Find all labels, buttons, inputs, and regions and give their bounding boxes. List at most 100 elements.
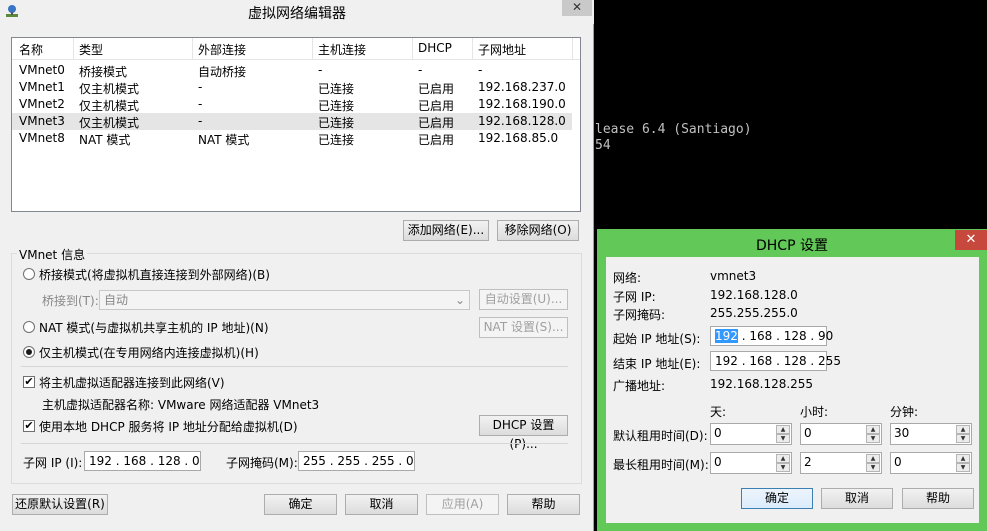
table-row[interactable]: VMnet8 NAT 模式 NAT 模式 已连接 已启用 192.168.85.…	[12, 130, 572, 147]
host-only-mode-radio[interactable]	[23, 346, 35, 358]
subnet-mask-field[interactable]: 255 . 255 . 255 . 0	[298, 451, 415, 471]
table-row[interactable]: VMnet1 仅主机模式 - 已连接 已启用 192.168.237.0	[12, 79, 572, 96]
add-network-button[interactable]: 添加网络(E)...	[403, 220, 489, 241]
use-dhcp-label[interactable]: 使用本地 DHCP 服务将 IP 地址分配给虚拟机(D)	[39, 418, 298, 435]
cell-external: -	[198, 97, 203, 111]
network-label: 网络:	[613, 271, 642, 285]
spin-down-icon[interactable]: ▼	[956, 434, 970, 443]
bridge-to-value: 自动	[104, 293, 129, 307]
cell-dhcp: -	[418, 63, 423, 77]
cell-type: 仅主机模式	[79, 99, 140, 113]
close-button[interactable]: ✕	[562, 0, 592, 16]
column-name[interactable]: 名称	[19, 41, 43, 58]
cell-external: NAT 模式	[198, 133, 250, 147]
max-minutes-spinner[interactable]: 0 ▲ ▼	[890, 452, 972, 474]
connect-adapter-checkbox[interactable]: ✔	[23, 376, 35, 388]
subnet-mask-label: 子网掩码:	[613, 308, 666, 322]
max-hours-spinner[interactable]: 2 ▲ ▼	[800, 452, 882, 474]
table-row[interactable]: VMnet2 仅主机模式 - 已连接 已启用 192.168.190.0	[12, 96, 572, 113]
start-ip-selected-octet: 192	[715, 329, 738, 343]
column-host[interactable]: 主机连接	[318, 41, 366, 58]
spin-down-icon[interactable]: ▼	[956, 463, 970, 472]
apply-button[interactable]: 应用(A)	[426, 494, 499, 515]
max-days-spinner[interactable]: 0 ▲ ▼	[710, 452, 792, 474]
vmnet-info-group	[11, 253, 582, 484]
nat-settings-button[interactable]: NAT 设置(S)...	[479, 317, 568, 338]
column-type[interactable]: 类型	[79, 41, 103, 58]
chevron-down-icon: ⌄	[454, 293, 465, 307]
nat-mode-label[interactable]: NAT 模式(与虚拟机共享主机的 IP 地址)(N)	[39, 319, 269, 336]
spin-up-icon[interactable]: ▲	[956, 425, 970, 434]
table-row-selected[interactable]: VMnet3 仅主机模式 - 已连接 已启用 192.168.128.0	[12, 113, 572, 130]
cell-subnet: 192.168.190.0	[478, 97, 566, 111]
dhcp-cancel-button[interactable]: 取消	[821, 488, 893, 509]
dhcp-ok-button[interactable]: 确定	[741, 488, 813, 509]
connect-adapter-label[interactable]: 将主机虚拟适配器连接到此网络(V)	[39, 374, 225, 391]
cell-type: 仅主机模式	[79, 116, 140, 130]
cancel-button[interactable]: 取消	[345, 494, 418, 515]
network-value: vmnet3	[710, 269, 757, 283]
nat-mode-radio[interactable]	[23, 321, 35, 333]
restore-defaults-button[interactable]: 还原默认设置(R)	[12, 494, 108, 515]
end-ip-field[interactable]: 192 . 168 . 128 . 255	[710, 351, 841, 371]
cell-name: VMnet0	[19, 63, 65, 77]
cell-host: 已连接	[318, 82, 355, 96]
spin-down-icon[interactable]: ▼	[866, 434, 880, 443]
subnet-ip-field[interactable]: 192 . 168 . 128 . 0	[84, 451, 201, 471]
cell-name: VMnet8	[19, 131, 65, 145]
default-hours-spinner[interactable]: 0 ▲ ▼	[800, 423, 882, 445]
dhcp-help-button[interactable]: 帮助	[902, 488, 974, 509]
start-ip-label: 起始 IP 地址(S):	[613, 332, 701, 346]
spin-up-icon[interactable]: ▲	[776, 454, 790, 463]
bridge-mode-label[interactable]: 桥接模式(将虚拟机直接连接到外部网络)(B)	[39, 266, 270, 283]
spinner-value: 2	[804, 455, 812, 469]
bridge-mode-radio[interactable]	[23, 268, 35, 280]
remove-network-button[interactable]: 移除网络(O)	[497, 220, 579, 241]
virtual-network-editor-window: 虚拟网络编辑器 ✕ 名称 类型 外部连接 主机连接 DHCP 子网地址 VMne…	[0, 0, 594, 531]
cell-host: 已连接	[318, 116, 355, 130]
cell-type: 桥接模式	[79, 65, 128, 79]
help-button[interactable]: 帮助	[507, 494, 580, 515]
bridge-to-select[interactable]: 自动 ⌄	[99, 290, 470, 310]
cell-type: 仅主机模式	[79, 82, 140, 96]
end-ip-label: 结束 IP 地址(E):	[613, 357, 701, 371]
spin-down-icon[interactable]: ▼	[866, 463, 880, 472]
bridge-to-label: 桥接到(T):	[42, 294, 99, 308]
dhcp-settings-button[interactable]: DHCP 设置(P)...	[479, 415, 568, 451]
cell-subnet: 192.168.85.0	[478, 131, 559, 145]
table-row[interactable]: VMnet0 桥接模式 自动桥接 - - -	[12, 62, 572, 79]
cell-host: 已连接	[318, 133, 355, 147]
terminal-line: lease 6.4 (Santiago)	[595, 122, 752, 137]
terminal-console: lease 6.4 (Santiago) 54	[595, 0, 987, 230]
spin-up-icon[interactable]: ▲	[866, 425, 880, 434]
default-minutes-spinner[interactable]: 30 ▲ ▼	[890, 423, 972, 445]
default-days-spinner[interactable]: 0 ▲ ▼	[710, 423, 792, 445]
cell-dhcp: 已启用	[418, 99, 455, 113]
subnet-ip-value: 192.168.128.0	[710, 288, 798, 302]
column-external[interactable]: 外部连接	[198, 41, 246, 58]
cell-name: VMnet2	[19, 97, 65, 111]
days-label: 天:	[710, 405, 727, 419]
ok-button[interactable]: 确定	[264, 494, 337, 515]
spin-up-icon[interactable]: ▲	[956, 454, 970, 463]
minutes-label: 分钟:	[890, 405, 919, 419]
cell-subnet: 192.168.237.0	[478, 80, 566, 94]
max-lease-label: 最长租用时间(M):	[613, 458, 709, 472]
network-list[interactable]: 名称 类型 外部连接 主机连接 DHCP 子网地址 VMnet0 桥接模式 自动…	[11, 37, 581, 212]
column-dhcp[interactable]: DHCP	[418, 41, 452, 55]
spin-up-icon[interactable]: ▲	[866, 454, 880, 463]
use-dhcp-checkbox[interactable]: ✔	[23, 420, 35, 432]
vmnet-info-label: VMnet 信息	[17, 246, 88, 263]
start-ip-field[interactable]: 192 . 168 . 128 . 90	[710, 326, 833, 346]
cell-external: 自动桥接	[198, 65, 247, 79]
host-only-mode-label[interactable]: 仅主机模式(在专用网络内连接虚拟机)(H)	[39, 344, 259, 361]
spin-down-icon[interactable]: ▼	[776, 434, 790, 443]
column-subnet[interactable]: 子网地址	[478, 41, 526, 58]
close-button[interactable]: ✕	[955, 230, 987, 250]
subnet-ip-label: 子网 IP:	[613, 290, 656, 304]
default-lease-label: 默认租用时间(D):	[613, 429, 708, 443]
spin-up-icon[interactable]: ▲	[776, 425, 790, 434]
cell-type: NAT 模式	[79, 133, 131, 147]
auto-settings-button[interactable]: 自动设置(U)...	[479, 289, 568, 310]
spin-down-icon[interactable]: ▼	[776, 463, 790, 472]
